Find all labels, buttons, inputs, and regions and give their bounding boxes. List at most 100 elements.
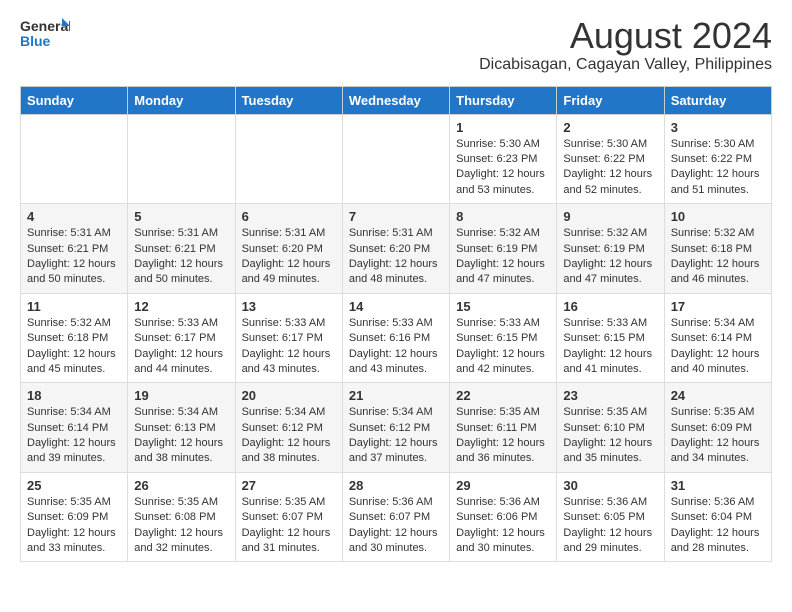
day-number: 1 (456, 120, 550, 135)
day-info-line: Sunset: 6:17 PM (134, 331, 228, 346)
day-cell: 21Sunrise: 5:34 AMSunset: 6:12 PMDayligh… (342, 383, 449, 473)
day-cell: 13Sunrise: 5:33 AMSunset: 6:17 PMDayligh… (235, 293, 342, 383)
day-info-line: Sunset: 6:08 PM (134, 510, 228, 525)
week-row-4: 18Sunrise: 5:34 AMSunset: 6:14 PMDayligh… (21, 383, 772, 473)
day-number: 4 (27, 209, 121, 224)
day-info-line: Daylight: 12 hours (563, 436, 657, 451)
day-info-line: Sunrise: 5:32 AM (563, 226, 657, 241)
day-number: 25 (27, 478, 121, 493)
day-info-line: Sunset: 6:07 PM (349, 510, 443, 525)
day-info-line: and 43 minutes. (349, 362, 443, 377)
day-info-line: Sunrise: 5:31 AM (349, 226, 443, 241)
day-cell: 1Sunrise: 5:30 AMSunset: 6:23 PMDaylight… (450, 114, 557, 204)
day-cell (128, 114, 235, 204)
day-info-line: Daylight: 12 hours (456, 347, 550, 362)
day-cell: 17Sunrise: 5:34 AMSunset: 6:14 PMDayligh… (664, 293, 771, 383)
day-cell: 28Sunrise: 5:36 AMSunset: 6:07 PMDayligh… (342, 472, 449, 562)
day-info-line: Daylight: 12 hours (671, 436, 765, 451)
day-info-line: Daylight: 12 hours (563, 347, 657, 362)
day-info-line: Sunset: 6:19 PM (456, 242, 550, 257)
week-row-3: 11Sunrise: 5:32 AMSunset: 6:18 PMDayligh… (21, 293, 772, 383)
day-info-line: Daylight: 12 hours (563, 526, 657, 541)
day-cell: 15Sunrise: 5:33 AMSunset: 6:15 PMDayligh… (450, 293, 557, 383)
day-cell: 10Sunrise: 5:32 AMSunset: 6:18 PMDayligh… (664, 204, 771, 294)
day-number: 15 (456, 299, 550, 314)
logo-svg: General Blue (20, 16, 70, 52)
day-number: 24 (671, 388, 765, 403)
day-info-line: Sunrise: 5:31 AM (134, 226, 228, 241)
day-info-line: Daylight: 12 hours (134, 436, 228, 451)
day-info-line: and 51 minutes. (671, 183, 765, 198)
header-day-friday: Friday (557, 86, 664, 114)
day-info-line: Sunrise: 5:35 AM (456, 405, 550, 420)
day-cell: 2Sunrise: 5:30 AMSunset: 6:22 PMDaylight… (557, 114, 664, 204)
day-number: 7 (349, 209, 443, 224)
day-info-line: and 32 minutes. (134, 541, 228, 556)
header-day-saturday: Saturday (664, 86, 771, 114)
day-info-line: Daylight: 12 hours (349, 526, 443, 541)
day-info-line: Sunset: 6:14 PM (671, 331, 765, 346)
day-info-line: Sunrise: 5:36 AM (671, 495, 765, 510)
day-number: 2 (563, 120, 657, 135)
day-info-line: and 50 minutes. (27, 272, 121, 287)
day-info-line: and 44 minutes. (134, 362, 228, 377)
day-info-line: Sunset: 6:21 PM (27, 242, 121, 257)
day-cell: 6Sunrise: 5:31 AMSunset: 6:20 PMDaylight… (235, 204, 342, 294)
day-info-line: Sunset: 6:12 PM (349, 421, 443, 436)
day-info-line: Daylight: 12 hours (134, 257, 228, 272)
day-info-line: Sunset: 6:18 PM (27, 331, 121, 346)
day-info-line: Sunrise: 5:30 AM (563, 137, 657, 152)
day-info-line: Sunset: 6:15 PM (563, 331, 657, 346)
day-info-line: Sunset: 6:11 PM (456, 421, 550, 436)
day-info-line: and 35 minutes. (563, 451, 657, 466)
day-info-line: Sunrise: 5:35 AM (242, 495, 336, 510)
day-number: 9 (563, 209, 657, 224)
day-info-line: and 40 minutes. (671, 362, 765, 377)
day-info-line: Sunset: 6:17 PM (242, 331, 336, 346)
day-info-line: Daylight: 12 hours (27, 257, 121, 272)
day-cell: 26Sunrise: 5:35 AMSunset: 6:08 PMDayligh… (128, 472, 235, 562)
day-info-line: Daylight: 12 hours (242, 257, 336, 272)
day-number: 20 (242, 388, 336, 403)
day-info-line: Sunrise: 5:33 AM (349, 316, 443, 331)
day-cell: 25Sunrise: 5:35 AMSunset: 6:09 PMDayligh… (21, 472, 128, 562)
day-info-line: Sunrise: 5:33 AM (563, 316, 657, 331)
day-number: 14 (349, 299, 443, 314)
day-info-line: and 39 minutes. (27, 451, 121, 466)
day-info-line: Sunrise: 5:35 AM (563, 405, 657, 420)
day-info-line: and 49 minutes. (242, 272, 336, 287)
day-info-line: and 52 minutes. (563, 183, 657, 198)
day-info-line: Sunrise: 5:34 AM (134, 405, 228, 420)
day-info-line: and 33 minutes. (27, 541, 121, 556)
day-info-line: Daylight: 12 hours (27, 436, 121, 451)
day-info-line: and 48 minutes. (349, 272, 443, 287)
day-info-line: Daylight: 12 hours (134, 347, 228, 362)
header-day-thursday: Thursday (450, 86, 557, 114)
day-info-line: Sunrise: 5:36 AM (563, 495, 657, 510)
day-info-line: and 30 minutes. (456, 541, 550, 556)
day-info-line: and 53 minutes. (456, 183, 550, 198)
day-info-line: Daylight: 12 hours (242, 436, 336, 451)
day-cell: 23Sunrise: 5:35 AMSunset: 6:10 PMDayligh… (557, 383, 664, 473)
day-number: 5 (134, 209, 228, 224)
day-info-line: and 47 minutes. (456, 272, 550, 287)
day-info-line: Daylight: 12 hours (671, 526, 765, 541)
day-info-line: Sunrise: 5:36 AM (456, 495, 550, 510)
day-info-line: Sunset: 6:09 PM (671, 421, 765, 436)
day-info-line: Sunset: 6:13 PM (134, 421, 228, 436)
logo: General Blue (20, 16, 70, 52)
day-number: 12 (134, 299, 228, 314)
day-info-line: Daylight: 12 hours (671, 347, 765, 362)
day-info-line: Sunrise: 5:31 AM (242, 226, 336, 241)
day-info-line: Daylight: 12 hours (671, 167, 765, 182)
day-info-line: Sunset: 6:20 PM (349, 242, 443, 257)
day-number: 26 (134, 478, 228, 493)
day-info-line: Daylight: 12 hours (349, 257, 443, 272)
day-info-line: Sunrise: 5:35 AM (134, 495, 228, 510)
day-cell: 4Sunrise: 5:31 AMSunset: 6:21 PMDaylight… (21, 204, 128, 294)
day-number: 23 (563, 388, 657, 403)
day-number: 22 (456, 388, 550, 403)
day-info-line: and 29 minutes. (563, 541, 657, 556)
day-info-line: Sunrise: 5:33 AM (242, 316, 336, 331)
day-number: 29 (456, 478, 550, 493)
